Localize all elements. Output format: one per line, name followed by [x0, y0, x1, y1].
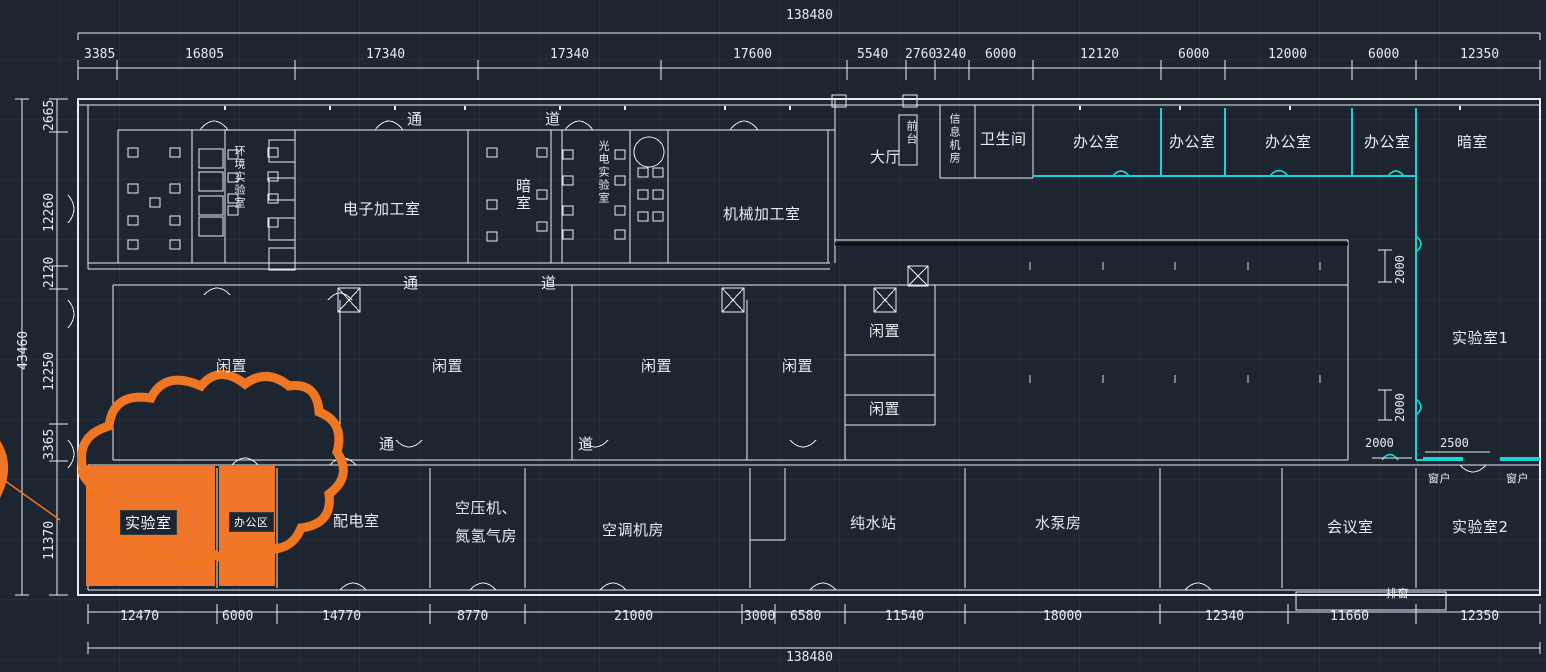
dim-overall-left: 43460 [16, 330, 31, 370]
dim-left-0: 2665 [42, 99, 57, 131]
corridor-label-3a: 通 [379, 435, 395, 453]
room-label-hvac-room: 空调机房 [602, 521, 665, 539]
room-label-idle-6: 闲置 [869, 400, 901, 418]
corridor-label-1b: 道 [545, 110, 561, 128]
dim-bot-6: 6580 [790, 609, 822, 624]
dim-top-4: 17600 [733, 47, 773, 62]
room-label-idle-4: 闲置 [782, 357, 814, 375]
room-label-front-desk: 前台 [905, 120, 918, 146]
room-label-compressor-a: 空压机、 [455, 499, 518, 517]
dim-left-1: 12260 [42, 192, 57, 232]
window-label-1: 窗户 [1428, 472, 1451, 485]
dim-top-2: 17340 [366, 47, 406, 62]
dim-left-2: 2120 [42, 256, 57, 288]
room-label-lab-1: 实验室1 [1452, 329, 1509, 347]
room-label-office-1: 办公室 [1073, 133, 1120, 151]
dim-bot-5: 3000 [744, 609, 776, 624]
dim-bot-11: 12350 [1460, 609, 1500, 624]
dim-right-1: 2000 [1393, 393, 1407, 422]
dim-left-3: 12250 [42, 351, 57, 391]
room-label-lab-highlighted: 实验室 [120, 510, 177, 535]
dim-bot-2: 14770 [322, 609, 362, 624]
room-label-lab-2: 实验室2 [1452, 518, 1509, 536]
room-label-pump-room: 水泵房 [1035, 514, 1082, 532]
room-label-photoelectric-lab: 光电实验室 [597, 140, 610, 205]
dim-bot-4: 21000 [614, 609, 654, 624]
window-label-2: 窗户 [1506, 472, 1529, 485]
corridor-label-1a: 通 [407, 110, 423, 128]
dim-overall-top: 138480 [786, 8, 833, 23]
room-label-idle-1: 闲置 [216, 357, 248, 375]
dim-top-11: 12000 [1268, 47, 1308, 62]
dim-top-12: 6000 [1368, 47, 1400, 62]
dim-top-1: 16805 [185, 47, 225, 62]
dim-top-3: 17340 [550, 47, 590, 62]
dim-bot-7: 11540 [885, 609, 925, 624]
room-label-darkroom-north: 暗室 [514, 178, 532, 212]
revision-leader-line [0, 476, 61, 521]
room-label-compressor-b: 氮氢气房 [455, 527, 518, 545]
room-label-pure-water-station: 纯水站 [850, 514, 897, 532]
room-label-lobby: 大厅 [870, 148, 902, 166]
dim-top-8: 6000 [985, 47, 1017, 62]
dim-left-4: 3365 [42, 428, 57, 460]
room-label-office-area-highlighted: 办公区 [229, 512, 274, 532]
room-label-power-distribution: 配电室 [333, 512, 380, 530]
vent-window-label: 排窗 [1386, 587, 1409, 600]
room-label-darkroom-east: 暗室 [1457, 133, 1489, 151]
dim-bot-3: 8770 [457, 609, 489, 624]
dim-top-6: 2760 [905, 47, 937, 62]
dim-right-2: 2000 [1365, 436, 1394, 450]
dim-bot-0: 12470 [120, 609, 160, 624]
room-label-idle-3: 闲置 [641, 357, 673, 375]
dim-overall-bottom: 138480 [786, 650, 833, 665]
dim-right-3: 2500 [1440, 436, 1469, 450]
room-label-env-lab: 环境实验室 [233, 145, 246, 210]
room-label-mechanical-workshop: 机械加工室 [723, 205, 801, 223]
dim-top-5: 5540 [857, 47, 889, 62]
room-label-office-2: 办公室 [1169, 133, 1216, 151]
room-label-restroom: 卫生间 [980, 130, 1027, 148]
room-label-meeting-room: 会议室 [1327, 518, 1374, 536]
revision-cloud-tail [0, 440, 8, 499]
dim-left-5: 11370 [42, 520, 57, 560]
dim-bot-1: 6000 [222, 609, 254, 624]
cad-floorplan-canvas[interactable]: 138480 138480 43460 3385 16805 17340 173… [0, 0, 1546, 672]
room-label-electronic-workshop: 电子加工室 [343, 200, 421, 218]
room-label-server-room: 信息机房 [948, 113, 961, 165]
room-label-idle-5: 闲置 [869, 322, 901, 340]
corridor-label-2b: 道 [541, 274, 557, 292]
dim-top-0: 3385 [84, 47, 116, 62]
dim-bot-10: 11660 [1330, 609, 1370, 624]
corridor-label-3b: 道 [578, 435, 594, 453]
room-label-office-3: 办公室 [1265, 133, 1312, 151]
dim-bot-8: 18000 [1043, 609, 1083, 624]
dim-top-7: 3240 [935, 47, 967, 62]
dim-right-0: 2000 [1393, 255, 1407, 284]
dim-top-13: 12350 [1460, 47, 1500, 62]
dim-bot-9: 12340 [1205, 609, 1245, 624]
room-label-office-4: 办公室 [1364, 133, 1411, 151]
room-label-idle-2: 闲置 [432, 357, 464, 375]
floorplan-linework [0, 32, 1541, 654]
corridor-label-2a: 通 [403, 274, 419, 292]
dim-top-9: 12120 [1080, 47, 1120, 62]
dim-top-10: 6000 [1178, 47, 1210, 62]
